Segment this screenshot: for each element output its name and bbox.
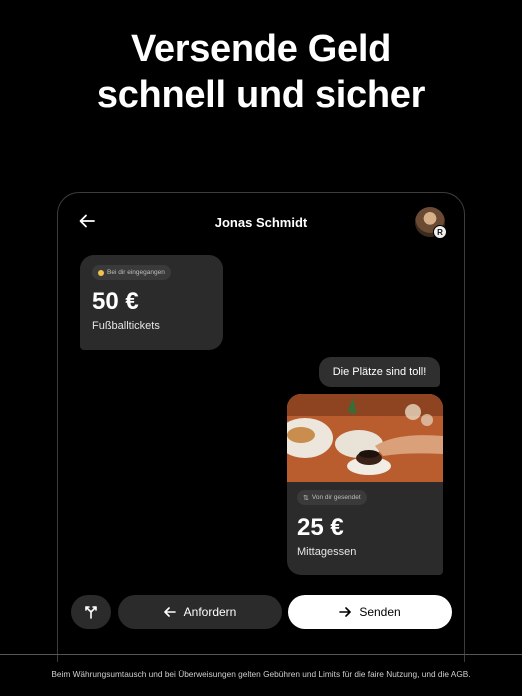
split-button[interactable] — [71, 595, 111, 629]
outgoing-amount: 25 € — [297, 514, 344, 541]
outgoing-purpose: Mittagessen — [297, 546, 357, 558]
contact-name[interactable]: Jonas Schmidt — [58, 215, 464, 230]
incoming-amount: 50 € — [92, 288, 139, 315]
phone-screen: Jonas Schmidt R Bei dir eingegangen 50 €… — [57, 192, 465, 662]
request-button[interactable]: Anfordern — [118, 595, 282, 629]
headline: Versende Geld schnell und sicher — [0, 26, 522, 118]
outgoing-status-label: Von dir gesendet — [311, 494, 361, 501]
outgoing-payment-card[interactable]: ⇅ Von dir gesendet 25 € Mittagessen — [287, 394, 443, 575]
chat-header: Jonas Schmidt R — [58, 193, 464, 253]
avatar-badge: R — [433, 225, 447, 239]
send-button[interactable]: Senden — [288, 595, 452, 629]
split-icon — [85, 606, 97, 619]
disclaimer: Beim Währungsumtausch und bei Überweisun… — [51, 669, 471, 679]
headline-line-2: schnell und sicher — [96, 74, 426, 116]
outgoing-status-badge: ⇅ Von dir gesendet — [297, 490, 367, 505]
incoming-status-badge: Bei dir eingegangen — [92, 265, 171, 280]
transfer-icon: ⇅ — [303, 494, 309, 502]
outgoing-message[interactable]: Die Plätze sind toll! — [319, 357, 440, 387]
coin-icon — [98, 269, 104, 276]
divider — [0, 654, 522, 655]
headline-line-1: Versende Geld — [130, 28, 392, 70]
lunch-photo — [287, 394, 443, 482]
arrow-left-icon — [163, 607, 176, 617]
incoming-purpose: Fußballtickets — [92, 320, 160, 332]
incoming-payment-bubble[interactable]: Bei dir eingegangen 50 € Fußballtickets — [80, 255, 223, 350]
arrow-right-icon — [339, 607, 352, 617]
action-bar: Anfordern Senden — [58, 595, 464, 631]
request-label: Anfordern — [183, 605, 237, 619]
incoming-status-label: Bei dir eingegangen — [107, 269, 165, 276]
send-label: Senden — [359, 605, 401, 619]
